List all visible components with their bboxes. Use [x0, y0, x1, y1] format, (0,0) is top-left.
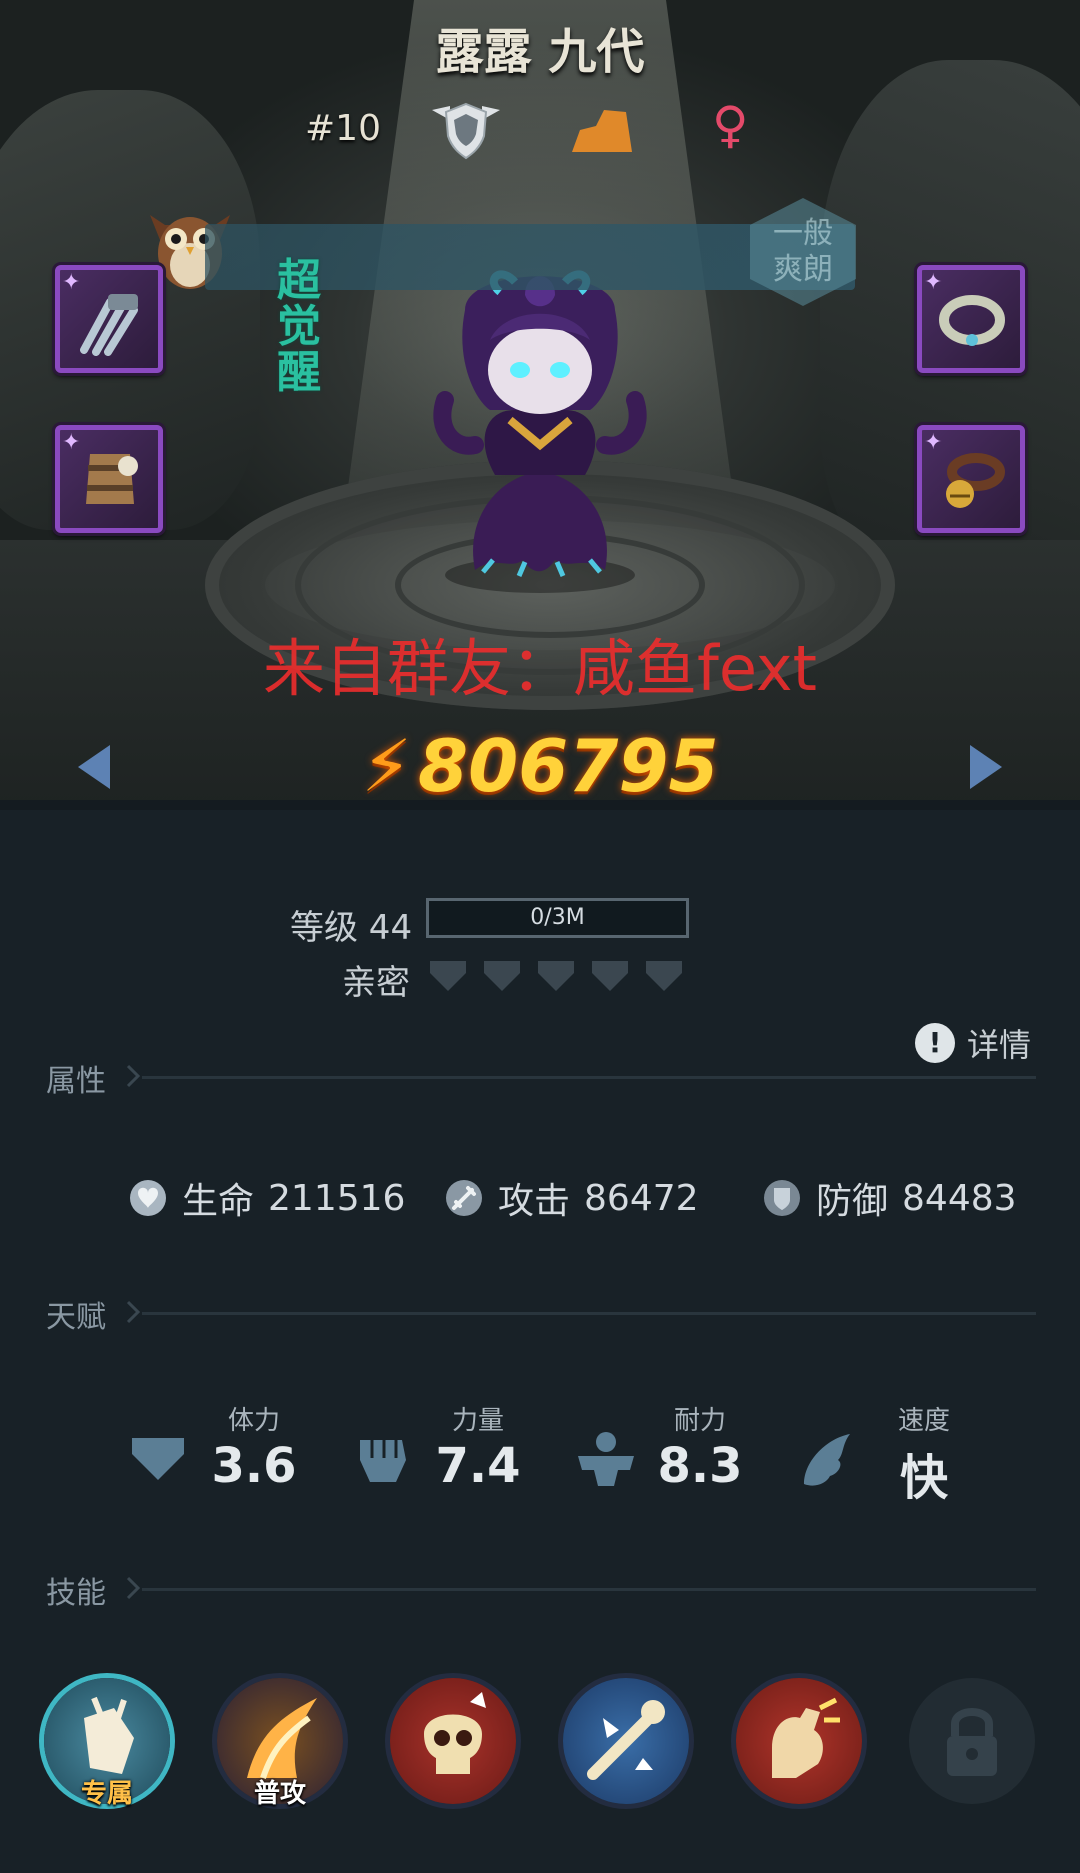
- skill-label: 普攻: [253, 1779, 306, 1809]
- watermark-text: 来自群友：咸鱼fext: [263, 632, 817, 705]
- wing-icon: [804, 1434, 850, 1486]
- skill-basic-attack[interactable]: 普攻: [217, 1678, 343, 1809]
- section-label: 天赋: [46, 1300, 106, 1335]
- intimacy-heart-icon: [534, 955, 578, 995]
- skill-skull[interactable]: [390, 1678, 516, 1804]
- stat-name: 攻击: [498, 1181, 571, 1222]
- chevron-right-icon: [126, 1064, 140, 1088]
- section-label: 属性: [46, 1064, 106, 1099]
- talent-value: 8.3: [657, 1438, 743, 1494]
- power-value: 806795: [417, 724, 719, 808]
- arm-flex-icon: [772, 1697, 840, 1778]
- intimacy-heart-icon: [426, 955, 470, 995]
- awaken-tag: 超觉醒: [277, 255, 321, 398]
- chevron-right-icon: [126, 1576, 140, 1600]
- talent-value: 7.4: [435, 1438, 521, 1494]
- intimacy-heart-icon: [588, 955, 632, 995]
- terrain-rock-icon[interactable]: [570, 106, 636, 156]
- equip-slot-armor[interactable]: ✦: [55, 425, 163, 533]
- guild-shield-icon[interactable]: [428, 100, 504, 160]
- talent-name: 体力: [227, 1406, 280, 1436]
- fist-icon: [360, 1440, 406, 1482]
- bell-collar-icon: [946, 453, 1005, 508]
- barrel-armor-icon: [86, 454, 138, 504]
- sword-icon: [446, 1180, 482, 1216]
- muscle-icon: [578, 1432, 634, 1486]
- skill-locked-slot[interactable]: [909, 1678, 1035, 1804]
- intimacy-heart-icon: [480, 955, 524, 995]
- level-label: 等级 44: [290, 908, 413, 948]
- gender-female-icon: ♀: [712, 96, 749, 154]
- section-skills: 技能: [46, 1568, 1036, 1611]
- skill-exclusive[interactable]: 专属: [44, 1678, 170, 1809]
- talent-name: 速度: [897, 1406, 950, 1436]
- intimacy-label: 亲密: [342, 963, 410, 1003]
- chevron-right-icon: [126, 1300, 140, 1324]
- hero-name: 露露 九代: [435, 24, 645, 80]
- section-attributes: 属性: [46, 1056, 1036, 1099]
- lock-icon: [947, 1708, 997, 1776]
- skull-icon: [424, 1692, 486, 1774]
- talent-name: 力量: [451, 1406, 504, 1436]
- section-label: 技能: [46, 1576, 106, 1611]
- equip-slot-accessory[interactable]: ✦: [917, 425, 1025, 533]
- xp-bar: 0/3M: [426, 898, 689, 938]
- section-talents: 天赋: [46, 1292, 1036, 1335]
- combat-power: ⚡806795: [0, 724, 1080, 808]
- skill-label: 专属: [80, 1779, 133, 1809]
- collar-icon: [939, 295, 1005, 346]
- hero-character[interactable]: [405, 270, 675, 600]
- equip-slot-necklace[interactable]: ✦: [917, 265, 1025, 373]
- shield-icon: [764, 1180, 800, 1216]
- skill-arm-flex[interactable]: [736, 1678, 862, 1804]
- heart-shield-icon: [130, 1180, 166, 1216]
- stat-value: 84483: [902, 1177, 1017, 1219]
- stat-value: 86472: [584, 1177, 699, 1219]
- stat-value: 211516: [268, 1177, 406, 1219]
- claw-icon: [80, 294, 138, 356]
- stat-attack: 攻击 86472: [444, 1172, 699, 1224]
- stat-name: 生命: [182, 1181, 255, 1222]
- talent-value: 快: [899, 1450, 948, 1506]
- stat-hp: 生命 211516: [128, 1172, 405, 1224]
- bone-strike-icon: [587, 1700, 665, 1780]
- power-bolt-icon: ⚡: [361, 724, 412, 808]
- stat-defense: 防御 84483: [762, 1172, 1017, 1224]
- skill-bone-strike[interactable]: [563, 1678, 689, 1804]
- stat-name: 防御: [816, 1181, 889, 1222]
- equip-slot-weapon[interactable]: ✦: [55, 265, 163, 373]
- xp-text: 0/3M: [530, 905, 585, 930]
- intimacy-heart-icon: [642, 955, 686, 995]
- intimacy-hearts: [426, 955, 686, 995]
- hero-rank: #10: [305, 108, 381, 149]
- talent-value: 3.6: [211, 1438, 297, 1494]
- heart-icon: [132, 1438, 184, 1480]
- talent-name: 耐力: [673, 1406, 726, 1436]
